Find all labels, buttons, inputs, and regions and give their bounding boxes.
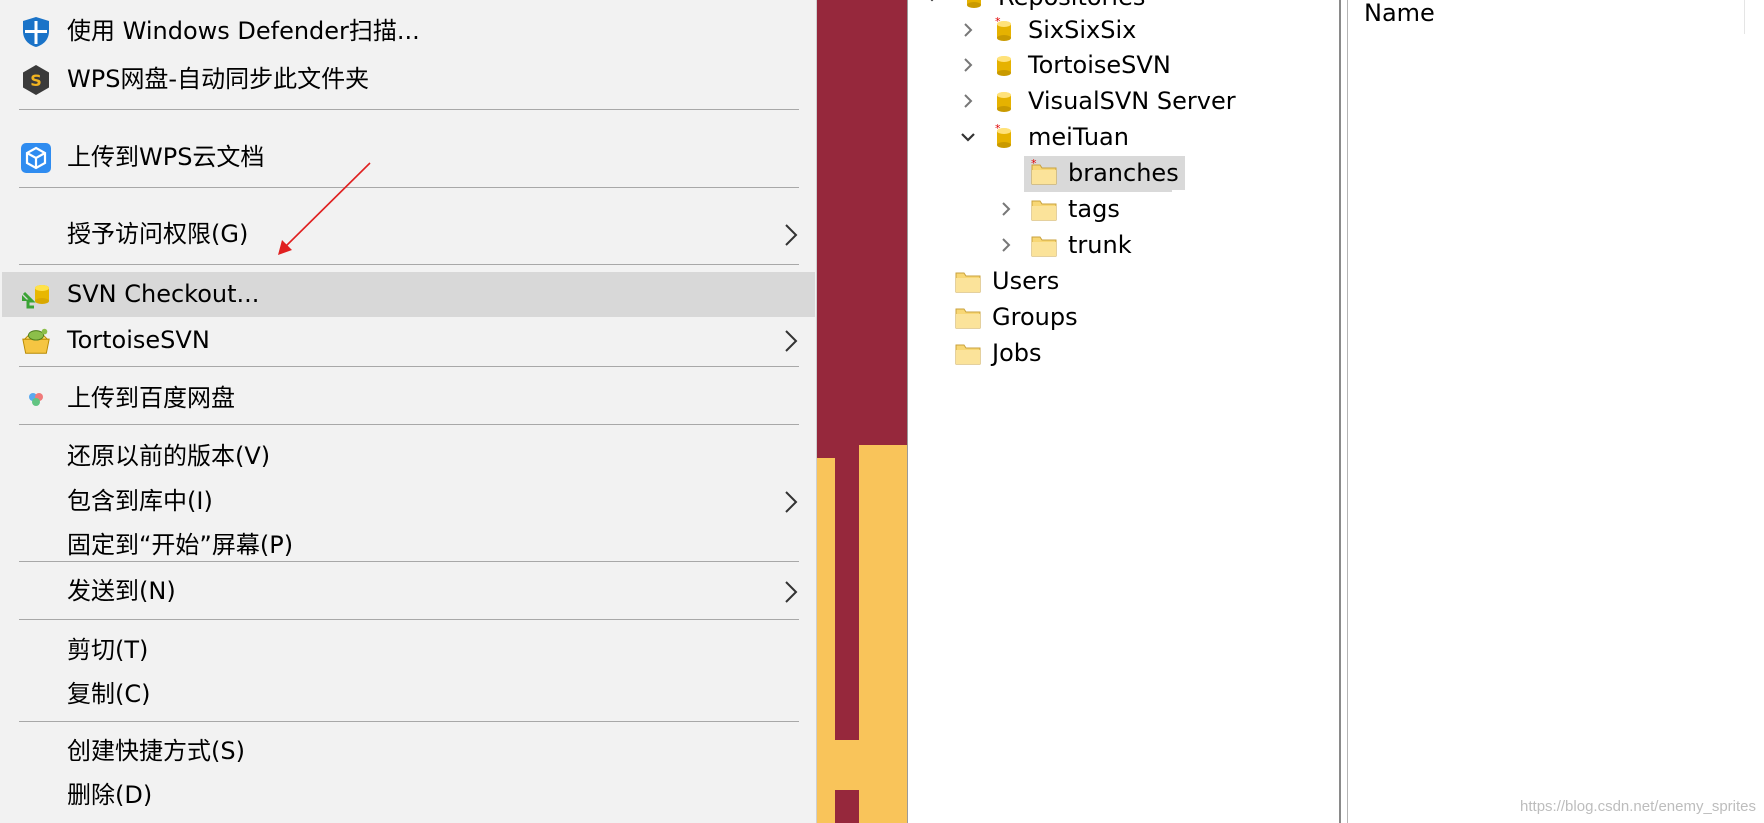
wps-cloud-sync-icon: S bbox=[20, 64, 52, 96]
baidu-netdisk-icon bbox=[20, 383, 52, 415]
menu-item-label: 还原以前的版本(V) bbox=[67, 442, 271, 470]
submenu-chevron-right-icon bbox=[785, 491, 798, 513]
tree-node-repositories[interactable]: Repositories bbox=[922, 0, 1322, 14]
menu-item-label: 上传到百度网盘 bbox=[67, 384, 235, 412]
chevron-down-icon[interactable] bbox=[958, 127, 978, 147]
tree-node-label: Groups bbox=[992, 303, 1078, 331]
menu-item-label: 复制(C) bbox=[67, 680, 151, 708]
tree-node-label: SixSixSix bbox=[1028, 16, 1137, 44]
repository-icon: * bbox=[995, 123, 1011, 148]
menu-item-label: 删除(D) bbox=[67, 781, 153, 809]
menu-item-send-to[interactable]: 发送到(N) bbox=[2, 569, 815, 614]
menu-item-include-library[interactable]: 包含到库中(I) bbox=[2, 479, 815, 524]
menu-item-copy[interactable]: 复制(C) bbox=[2, 672, 815, 717]
menu-item-label: TortoiseSVN bbox=[67, 326, 210, 354]
menu-separator bbox=[19, 109, 799, 110]
tree-node-label: Users bbox=[992, 267, 1060, 295]
menu-item-label: 剪切(T) bbox=[67, 636, 149, 664]
menu-item-label: 授予访问权限(G) bbox=[67, 220, 249, 248]
tree-node-label: branches bbox=[1062, 156, 1185, 190]
menu-separator bbox=[19, 424, 799, 425]
column-header-name[interactable]: Name bbox=[1364, 0, 1435, 26]
svn-checkout-icon bbox=[20, 279, 52, 311]
tree-node-branches[interactable]: * branches bbox=[1024, 156, 1185, 192]
desktop-background bbox=[817, 0, 907, 823]
tortoisesvn-icon bbox=[20, 325, 52, 357]
chevron-right-icon[interactable] bbox=[958, 91, 978, 111]
chevron-right-icon[interactable] bbox=[958, 20, 978, 40]
menu-separator bbox=[19, 561, 799, 562]
chevron-right-icon[interactable] bbox=[958, 55, 978, 75]
windows-defender-shield-icon bbox=[20, 16, 52, 48]
menu-item-wps-sync[interactable]: S WPS网盘-自动同步此文件夹 bbox=[2, 57, 815, 102]
repository-icon bbox=[997, 56, 1011, 76]
menu-separator bbox=[19, 366, 799, 367]
context-menu: 使用 Windows Defender扫描... S WPS网盘-自动同步此文件… bbox=[0, 0, 817, 823]
repository-tree: Repositories * SixSixSix TortoiseSVN bbox=[907, 0, 1341, 823]
menu-item-label: 发送到(N) bbox=[67, 577, 176, 605]
menu-item-label: 创建快捷方式(S) bbox=[67, 737, 245, 765]
column-divider[interactable] bbox=[1744, 0, 1745, 34]
tree-node-label: Repositories bbox=[998, 0, 1145, 14]
wps-cloud-doc-icon bbox=[20, 142, 52, 174]
tree-node-label: VisualSVN Server bbox=[1028, 87, 1236, 115]
menu-item-label: 包含到库中(I) bbox=[67, 487, 213, 515]
submenu-chevron-right-icon bbox=[785, 224, 798, 246]
tree-node-label: trunk bbox=[1068, 231, 1132, 259]
folder-icon bbox=[1031, 236, 1057, 257]
repository-icon: * bbox=[995, 16, 1011, 41]
tree-node-visualsvn-server[interactable]: VisualSVN Server bbox=[958, 84, 1318, 118]
menu-item-label: WPS网盘-自动同步此文件夹 bbox=[67, 65, 370, 93]
tree-node-users[interactable]: Users bbox=[954, 264, 1154, 298]
chevron-down-icon[interactable] bbox=[922, 0, 942, 7]
submenu-chevron-right-icon bbox=[785, 581, 798, 603]
tree-node-label: meiTuan bbox=[1028, 123, 1129, 151]
tree-node-jobs[interactable]: Jobs bbox=[954, 336, 1154, 370]
menu-item-tortoisesvn[interactable]: TortoiseSVN bbox=[2, 318, 815, 363]
menu-item-label: 上传到WPS云文档 bbox=[67, 143, 265, 171]
menu-separator bbox=[19, 264, 799, 265]
submenu-chevron-right-icon bbox=[785, 330, 798, 352]
folder-icon: * bbox=[1031, 159, 1057, 185]
tree-node-trunk[interactable]: trunk bbox=[996, 228, 1196, 262]
item-list-panel: Name https://blog.csdn.net/enemy_sprites bbox=[1347, 0, 1764, 823]
watermark: https://blog.csdn.net/enemy_sprites bbox=[1520, 798, 1756, 815]
svg-text:S: S bbox=[30, 71, 42, 90]
tree-node-label: TortoiseSVN bbox=[1028, 51, 1171, 79]
menu-item-cut[interactable]: 剪切(T) bbox=[2, 628, 815, 673]
folder-icon bbox=[1031, 200, 1057, 221]
folder-icon bbox=[955, 308, 981, 329]
repository-icon bbox=[997, 92, 1011, 112]
svg-text:*: * bbox=[995, 16, 1001, 28]
tree-node-label: Jobs bbox=[992, 339, 1042, 367]
menu-item-label: SVN Checkout... bbox=[67, 280, 260, 308]
tree-node-tortoisesvn[interactable]: TortoiseSVN bbox=[958, 48, 1318, 82]
folder-icon bbox=[955, 344, 981, 365]
chevron-right-icon[interactable] bbox=[996, 235, 1016, 255]
menu-separator bbox=[19, 721, 799, 722]
menu-separator bbox=[19, 619, 799, 620]
menu-separator bbox=[19, 187, 799, 188]
menu-item-delete[interactable]: 删除(D) bbox=[2, 773, 815, 818]
tree-node-groups[interactable]: Groups bbox=[954, 300, 1154, 334]
menu-item-label: 使用 Windows Defender扫描... bbox=[67, 17, 420, 45]
menu-item-upload-baidu[interactable]: 上传到百度网盘 bbox=[2, 376, 815, 421]
tree-node-tags[interactable]: tags bbox=[996, 192, 1196, 226]
tree-node-meituan[interactable]: * meiTuan bbox=[958, 120, 1318, 154]
svg-text:*: * bbox=[1031, 159, 1037, 170]
menu-item-restore-previous[interactable]: 还原以前的版本(V) bbox=[2, 434, 815, 479]
tree-node-label: tags bbox=[1068, 195, 1120, 223]
svg-text:*: * bbox=[995, 123, 1001, 135]
menu-item-svn-checkout[interactable]: SVN Checkout... bbox=[2, 272, 815, 317]
menu-item-upload-wps-doc[interactable]: 上传到WPS云文档 bbox=[2, 135, 815, 180]
menu-item-create-shortcut[interactable]: 创建快捷方式(S) bbox=[2, 729, 815, 774]
repository-icon bbox=[967, 0, 981, 8]
folder-icon bbox=[955, 272, 981, 293]
chevron-right-icon[interactable] bbox=[996, 199, 1016, 219]
tree-node-sixsixsix[interactable]: * SixSixSix bbox=[958, 13, 1318, 47]
menu-item-defender-scan[interactable]: 使用 Windows Defender扫描... bbox=[2, 9, 815, 54]
menu-item-grant-access[interactable]: 授予访问权限(G) bbox=[2, 212, 815, 257]
